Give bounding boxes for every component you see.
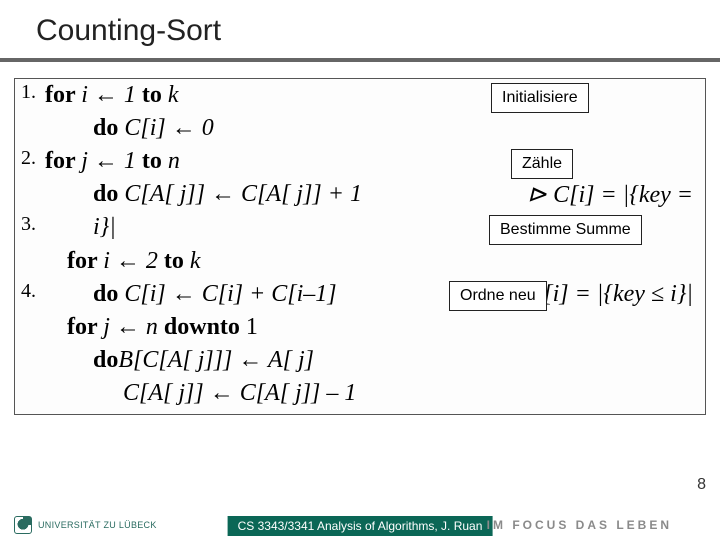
kw-to: to <box>142 148 168 174</box>
kw-for: for <box>67 248 103 274</box>
code-text: j ← n <box>103 314 164 340</box>
code-text: k <box>190 248 201 274</box>
kw-do: do <box>93 347 118 373</box>
kw-for: for <box>67 314 103 340</box>
code-text: n <box>168 148 180 174</box>
kw-downto: downto <box>164 314 246 340</box>
algo-line-10: C[A[ j]] ← C[A[ j]] – 1 <box>21 377 699 410</box>
footer-left: UNIVERSITÄT ZU LÜBECK <box>14 516 157 534</box>
label-reorder: Ordne neu <box>449 281 547 311</box>
label-sum: Bestimme Summe <box>489 215 642 245</box>
code-text: j ← 1 <box>81 148 142 174</box>
slide-title: Counting-Sort <box>0 0 720 58</box>
code-text: C[A[ j]] ← C[A[ j]] – 1 <box>123 380 356 406</box>
code-text: B[C[A[ j]]] ← A[ j] <box>118 347 314 373</box>
code-text: C[i] ← 0 <box>124 115 213 141</box>
algo-line-6: for i ← 2 to k <box>21 245 699 278</box>
kw-to: to <box>164 248 190 274</box>
line-number: 4. <box>21 278 39 306</box>
algo-line-3: 2. for j ← 1 to n <box>21 145 699 178</box>
line-number: 1. <box>21 79 39 107</box>
algorithm-box: 1. for i ← 1 to k do C[i] ← 0 2. for j ←… <box>14 78 706 415</box>
footer-right: IM FOCUS DAS LEBEN <box>487 518 672 532</box>
algo-line-2: do C[i] ← 0 <box>21 112 699 145</box>
footer-center: CS 3343/3341 Analysis of Algorithms, J. … <box>228 516 493 536</box>
kw-for: for <box>45 82 81 108</box>
kw-to: to <box>142 82 168 108</box>
kw-do: do <box>93 281 124 307</box>
algo-line-7: 4. do C[i] ← C[i] + C[i–1] ⊳ C[i] = |{ke… <box>21 278 699 311</box>
comment-text: ⊳ C[i] = |{key = <box>527 178 693 212</box>
code-text: i ← 2 <box>103 248 164 274</box>
kw-do: do <box>93 181 124 207</box>
code-text: C[i] ← C[i] + C[i–1] <box>124 281 336 307</box>
university-logo-icon <box>14 516 32 534</box>
slide-body: 1. for i ← 1 to k do C[i] ← 0 2. for j ←… <box>0 62 720 415</box>
code-text: i ← 1 <box>81 82 142 108</box>
slide: Counting-Sort 1. for i ← 1 to k do C[i] … <box>0 0 720 540</box>
code-text: i}| <box>93 214 116 240</box>
algo-line-1: 1. for i ← 1 to k <box>21 79 699 112</box>
code-text: C[A[ j]] ← C[A[ j]] + 1 <box>124 181 362 207</box>
label-initialize: Initialisiere <box>491 83 589 113</box>
kw-for: for <box>45 148 81 174</box>
algo-line-8: for j ← n downto 1 <box>21 311 699 344</box>
kw-do: do <box>93 115 124 141</box>
line-number: 2. <box>21 145 39 173</box>
code-text: 1 <box>246 314 258 340</box>
label-count: Zähle <box>511 149 573 179</box>
footer-left-text: UNIVERSITÄT ZU LÜBECK <box>38 520 157 530</box>
algo-line-9: doB[C[A[ j]]] ← A[ j] <box>21 344 699 377</box>
algo-line-4: do C[A[ j]] ← C[A[ j]] + 1 ⊳ C[i] = |{ke… <box>21 178 699 211</box>
code-text: k <box>168 82 179 108</box>
page-number: 8 <box>697 476 706 494</box>
line-number: 3. <box>21 211 39 239</box>
